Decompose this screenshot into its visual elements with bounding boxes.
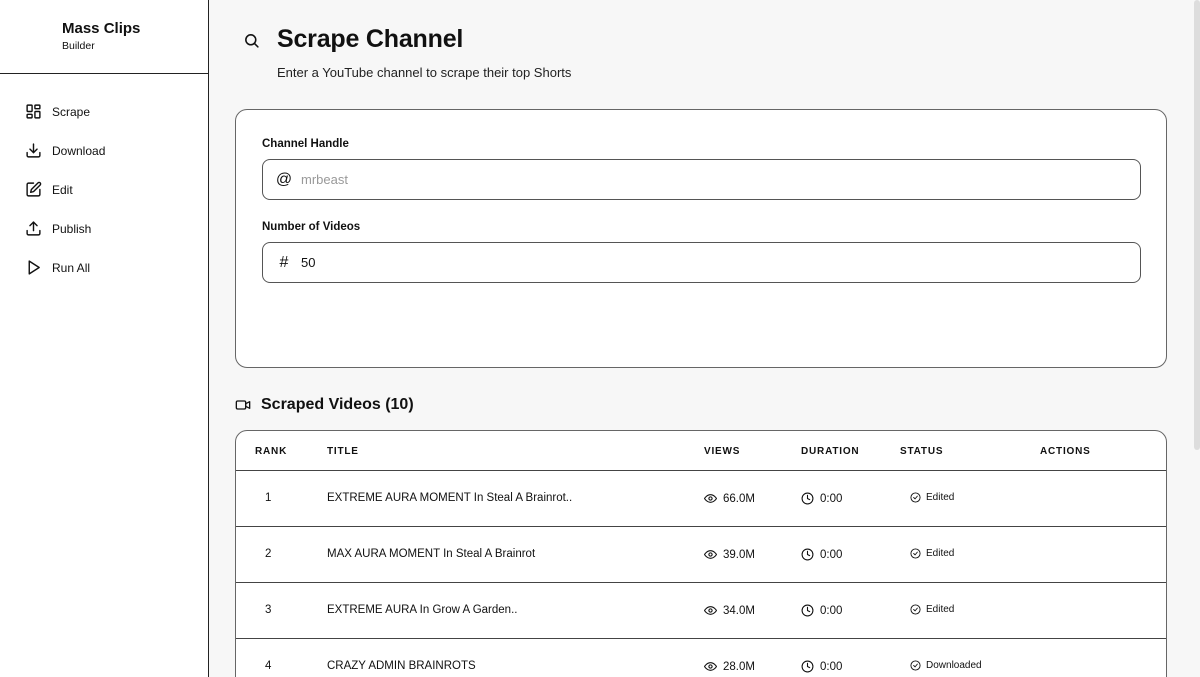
clock-icon — [801, 660, 814, 673]
duration-value: 0:00 — [820, 492, 843, 505]
views-cell: 66.0M — [704, 492, 755, 505]
column-status[interactable]: STATUS — [900, 446, 943, 457]
status-label: Edited — [926, 492, 955, 503]
check-circle-icon — [910, 492, 921, 503]
brand-subtitle: Builder — [62, 40, 95, 52]
eye-icon — [704, 662, 717, 671]
search-icon — [243, 32, 260, 49]
eye-icon — [704, 550, 717, 559]
scraped-videos-heading: Scraped Videos (10) — [235, 396, 414, 414]
edit-icon — [25, 181, 42, 198]
scrape-form-card: Channel Handle @ Number of Videos # — [235, 109, 1167, 368]
table-row[interactable]: 3 EXTREME AURA In Grow A Garden.. 34.0M … — [236, 583, 1166, 639]
number-of-videos-label: Number of Videos — [262, 221, 361, 233]
clock-icon — [801, 492, 814, 505]
window-scrollbar[interactable] — [1194, 0, 1200, 450]
views-value: 34.0M — [723, 604, 755, 617]
check-circle-icon — [910, 548, 921, 559]
rank-cell: 2 — [265, 548, 272, 560]
upload-icon — [25, 220, 42, 237]
table-row[interactable]: 4 CRAZY ADMIN BRAINROTS 28.0M 0:00 Downl… — [236, 639, 1166, 677]
check-circle-icon — [910, 660, 921, 671]
brand: Mass Clips Builder — [0, 0, 208, 74]
sidebar-item-publish[interactable]: Publish — [0, 209, 208, 248]
table-row[interactable]: 1 EXTREME AURA MOMENT In Steal A Brainro… — [236, 471, 1166, 527]
sidebar-item-run-all[interactable]: Run All — [0, 248, 208, 287]
sidebar-item-label: Run All — [52, 260, 91, 275]
clock-icon — [801, 604, 814, 617]
eye-icon — [704, 494, 717, 503]
sidebar-item-scrape[interactable]: Scrape — [0, 92, 208, 131]
section-title: Scraped Videos (10) — [261, 396, 414, 413]
check-circle-icon — [910, 604, 921, 615]
title-cell: EXTREME AURA In Grow A Garden.. — [327, 604, 518, 616]
brand-title: Mass Clips — [62, 20, 141, 37]
sidebar-item-edit[interactable]: Edit — [0, 170, 208, 209]
sidebar-nav: Scrape Download Edit Publish Run All — [0, 74, 208, 287]
views-cell: 39.0M — [704, 548, 755, 561]
number-of-videos-input[interactable] — [301, 255, 1101, 270]
download-icon — [25, 142, 42, 159]
column-actions[interactable]: ACTIONS — [1040, 446, 1091, 457]
rank-cell: 1 — [265, 492, 272, 504]
sidebar-item-download[interactable]: Download — [0, 131, 208, 170]
views-value: 39.0M — [723, 548, 755, 561]
column-duration[interactable]: DURATION — [801, 446, 859, 457]
app-window: Mass Clips Builder Scrape Download Edit … — [0, 0, 1200, 677]
status-badge: Edited — [910, 548, 954, 559]
rank-cell: 3 — [265, 604, 272, 616]
duration-value: 0:00 — [820, 660, 843, 673]
column-views[interactable]: VIEWS — [704, 446, 740, 457]
duration-cell: 0:00 — [801, 492, 842, 505]
at-sign-icon: @ — [275, 170, 293, 188]
page-header: Scrape Channel Enter a YouTube channel t… — [235, 0, 1200, 90]
duration-cell: 0:00 — [801, 604, 842, 617]
status-label: Downloaded — [926, 660, 982, 671]
sidebar-item-label: Download — [52, 143, 106, 158]
page-title: Scrape Channel — [277, 25, 464, 53]
channel-handle-label: Channel Handle — [262, 138, 349, 150]
views-value: 66.0M — [723, 492, 755, 505]
number-of-videos-field[interactable]: # — [262, 242, 1141, 283]
main-content: Scrape Channel Enter a YouTube channel t… — [209, 0, 1200, 677]
duration-cell: 0:00 — [801, 660, 842, 673]
views-value: 28.0M — [723, 660, 755, 673]
duration-value: 0:00 — [820, 604, 843, 617]
play-icon — [25, 259, 42, 276]
duration-cell: 0:00 — [801, 548, 842, 561]
duration-value: 0:00 — [820, 548, 843, 561]
status-badge: Edited — [910, 604, 954, 615]
title-cell: MAX AURA MOMENT In Steal A Brainrot — [327, 548, 536, 560]
grid-icon — [25, 103, 42, 120]
column-rank[interactable]: RANK — [255, 446, 287, 457]
videos-table: RANK TITLE VIEWS DURATION STATUS ACTIONS… — [235, 430, 1167, 677]
title-cell: EXTREME AURA MOMENT In Steal A Brainrot.… — [327, 492, 573, 504]
page-subtitle: Enter a YouTube channel to scrape their … — [277, 65, 572, 80]
table-row[interactable]: 2 MAX AURA MOMENT In Steal A Brainrot 39… — [236, 527, 1166, 583]
video-camera-icon — [235, 397, 251, 413]
sidebar-item-label: Scrape — [52, 104, 91, 119]
status-badge: Edited — [910, 492, 954, 503]
table-header: RANK TITLE VIEWS DURATION STATUS ACTIONS — [236, 431, 1166, 471]
sidebar-item-label: Edit — [52, 182, 73, 197]
sidebar-item-label: Publish — [52, 221, 92, 236]
status-label: Edited — [926, 604, 955, 615]
rank-cell: 4 — [265, 660, 272, 672]
status-label: Edited — [926, 548, 955, 559]
views-cell: 34.0M — [704, 604, 755, 617]
column-title[interactable]: TITLE — [327, 446, 359, 457]
channel-handle-field[interactable]: @ — [262, 159, 1141, 200]
title-cell: CRAZY ADMIN BRAINROTS — [327, 660, 476, 672]
status-badge: Downloaded — [910, 660, 982, 671]
eye-icon — [704, 606, 717, 615]
clock-icon — [801, 548, 814, 561]
hash-icon: # — [279, 253, 289, 271]
views-cell: 28.0M — [704, 660, 755, 673]
sidebar: Mass Clips Builder Scrape Download Edit … — [0, 0, 209, 677]
channel-handle-input[interactable] — [301, 172, 1101, 187]
